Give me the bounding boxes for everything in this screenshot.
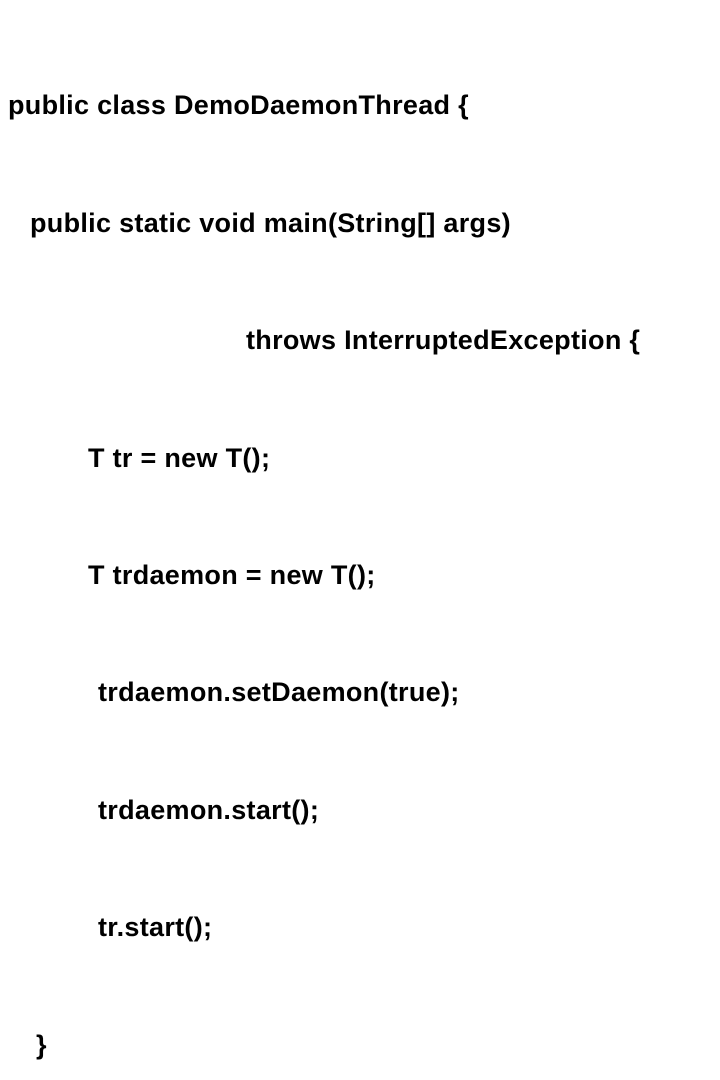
code-line: public class DemoDaemonThread { xyxy=(8,86,720,125)
code-line: } xyxy=(8,1026,720,1065)
code-line: public static void main(String[] args) xyxy=(8,204,720,243)
code-line: T trdaemon = new T(); xyxy=(8,556,720,595)
code-line: T tr = new T(); xyxy=(8,439,720,478)
code-snippet: public class DemoDaemonThread { public s… xyxy=(8,8,720,1080)
code-line: tr.start(); xyxy=(8,908,720,947)
code-line: trdaemon.setDaemon(true); xyxy=(8,673,720,712)
code-line: throws InterruptedException { xyxy=(8,321,720,360)
code-line: trdaemon.start(); xyxy=(8,791,720,830)
